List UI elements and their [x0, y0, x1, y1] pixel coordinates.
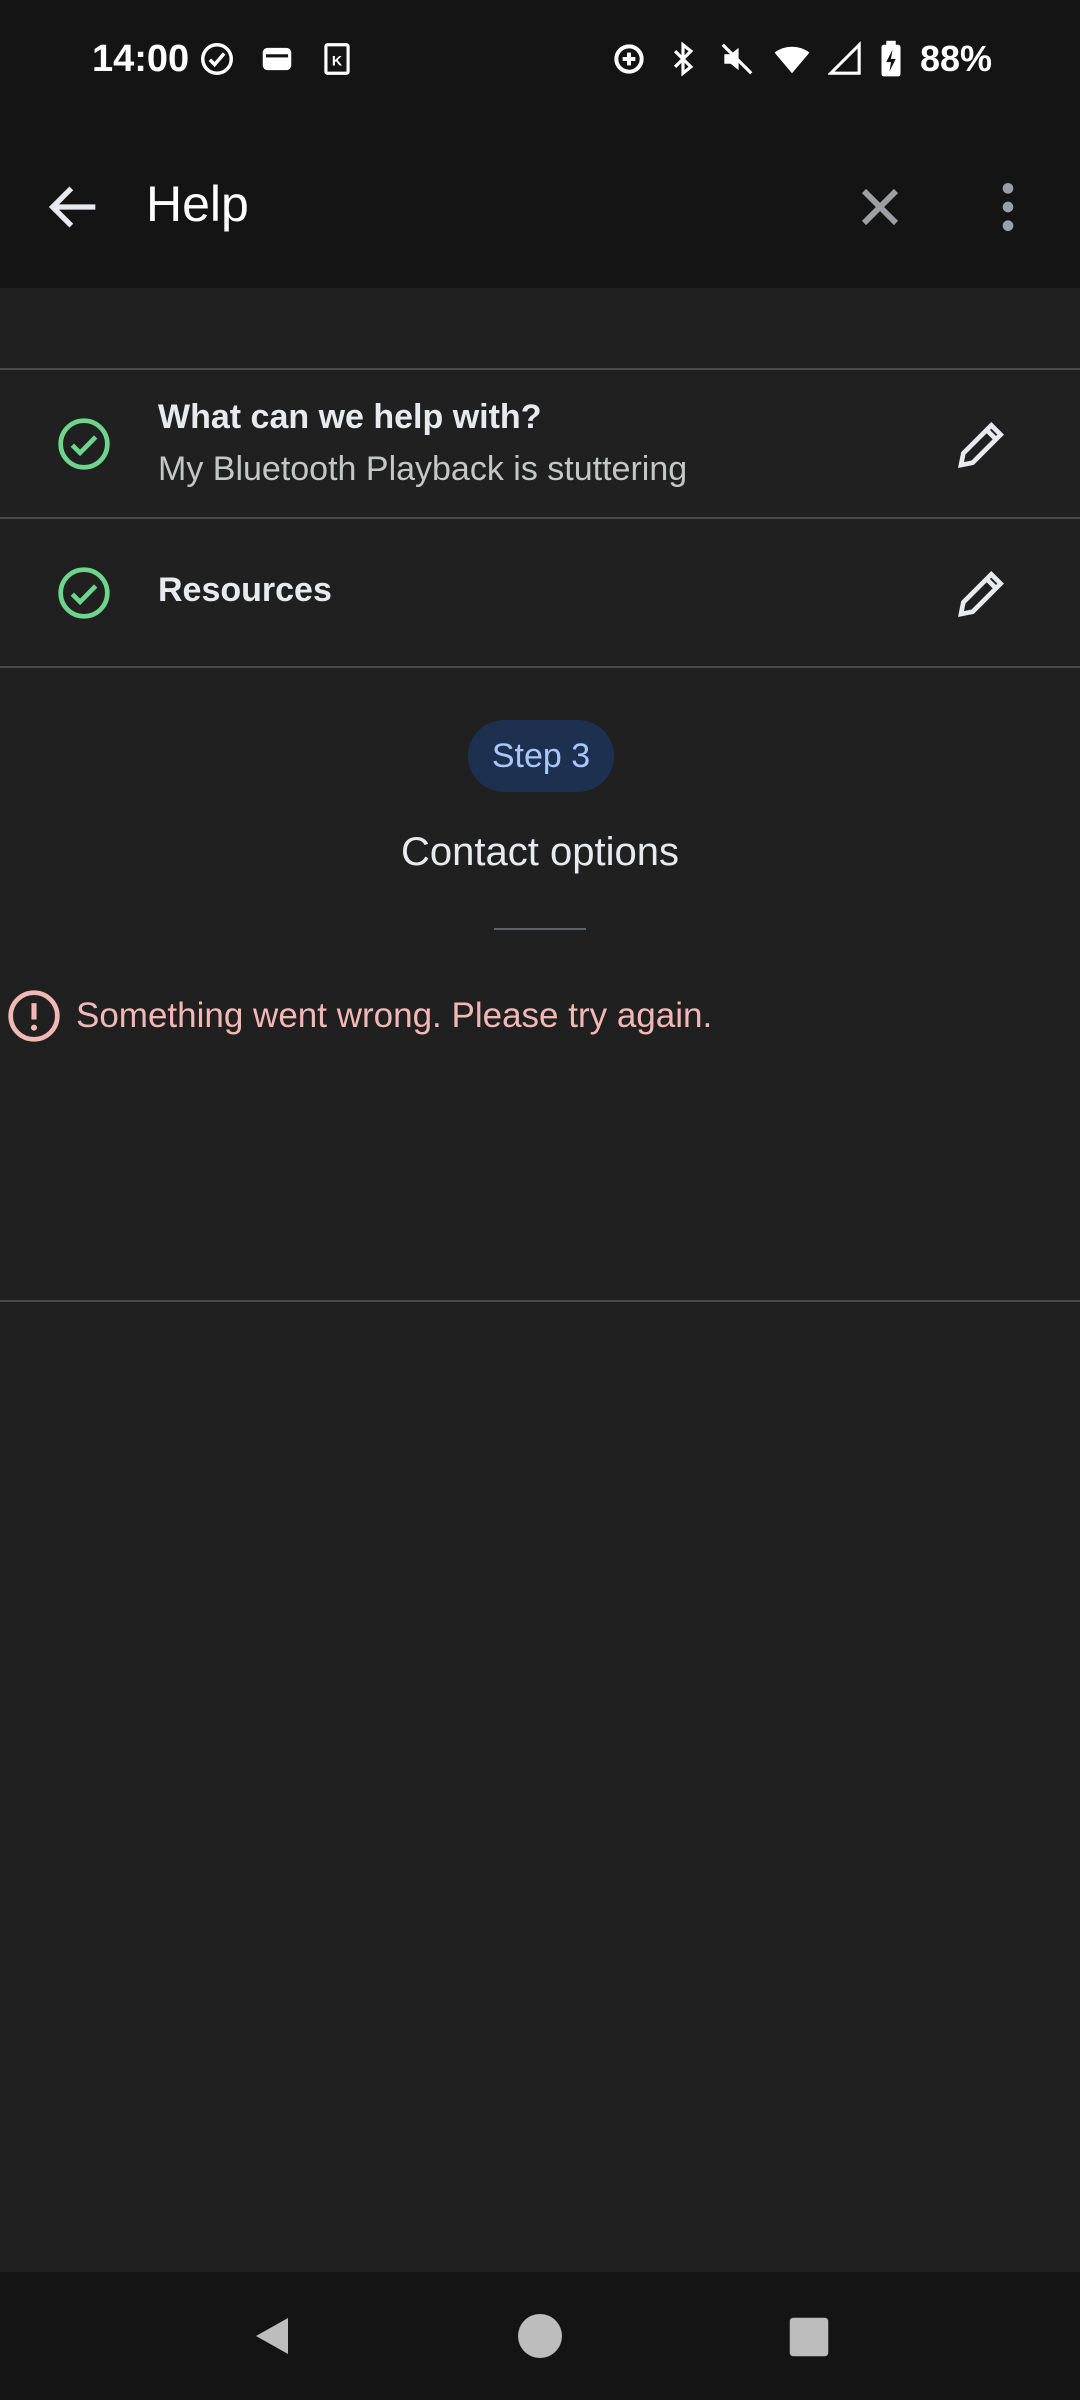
step-subtitle: My Bluetooth Playback is stuttering [158, 450, 687, 489]
check-circle-icon [56, 416, 112, 472]
step-title: What can we help with? [158, 398, 541, 437]
check-circle-icon [198, 40, 236, 78]
error-text: Something went wrong. Please try again. [76, 996, 712, 1036]
divider [0, 666, 1080, 668]
edit-icon[interactable] [954, 565, 1010, 621]
page-title: Help [146, 175, 249, 233]
data-saver-icon [610, 40, 648, 78]
close-icon[interactable] [848, 175, 912, 239]
divider [494, 928, 586, 930]
edit-icon[interactable] [954, 416, 1010, 472]
battery-charging-icon [878, 40, 904, 78]
bluetooth-icon [664, 40, 702, 78]
step-chip: Step 3 [468, 720, 614, 792]
error-icon [6, 988, 62, 1044]
step-resources[interactable]: Resources [0, 517, 1080, 667]
divider [0, 1300, 1080, 1302]
contact-options-title: Contact options [0, 830, 1080, 875]
nav-back-icon[interactable] [248, 2312, 296, 2360]
svg-text:K: K [332, 53, 343, 69]
wifi-icon [772, 40, 812, 78]
status-bar: 14:00 K [0, 0, 1080, 125]
nav-recents-icon[interactable] [788, 2316, 830, 2358]
mute-icon [718, 40, 756, 78]
arrow-back-icon[interactable] [42, 175, 106, 239]
status-time: 14:00 [92, 38, 189, 81]
nav-home-icon[interactable] [516, 2312, 564, 2360]
k-app-icon: K [318, 40, 356, 78]
more-vert-icon[interactable] [976, 175, 1040, 239]
app-bar: Help [0, 125, 1080, 288]
step-what-can-we-help[interactable]: What can we help with? My Bluetooth Play… [0, 368, 1080, 518]
signal-icon [828, 40, 862, 78]
error-message: Something went wrong. Please try again. [6, 988, 712, 1044]
battery-percentage: 88% [920, 38, 992, 80]
navigation-bar [0, 2272, 1080, 2400]
check-circle-icon [56, 565, 112, 621]
step-title: Resources [158, 571, 332, 610]
wallet-icon [258, 40, 296, 78]
